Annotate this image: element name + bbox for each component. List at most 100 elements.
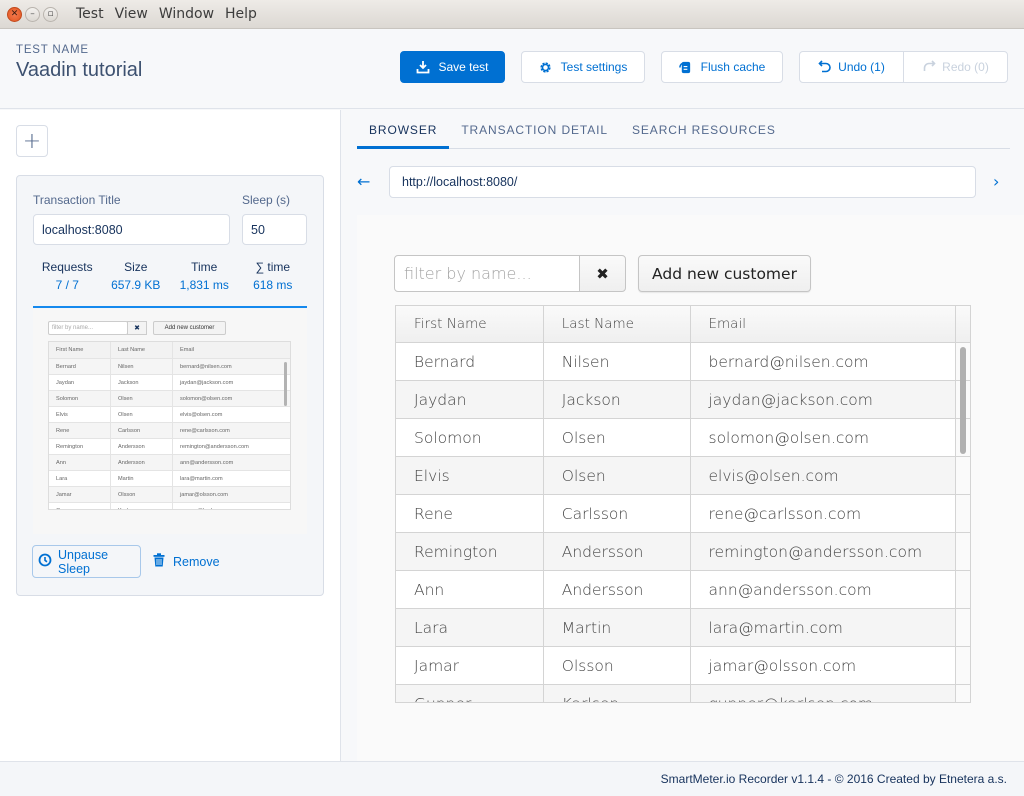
filter-input[interactable]: filter by name... — [394, 255, 580, 292]
stat-label: Requests — [41, 260, 93, 274]
add-transaction-button[interactable]: + — [16, 125, 48, 157]
scroll-gutter — [956, 685, 970, 702]
table-row[interactable]: Ann Andersson ann@andersson.com — [396, 571, 970, 609]
remove-transaction-button[interactable]: Remove — [153, 545, 220, 578]
save-test-label: Save test — [438, 60, 489, 74]
cell-first-name: Lara — [396, 609, 544, 646]
sleep-input[interactable]: 50 — [242, 214, 307, 245]
grid-header: First Name Last Name Email — [396, 306, 970, 343]
thumb-row: Lara Martin lara@martin.com — [49, 471, 290, 487]
cell-last-name: Olsson — [544, 647, 691, 684]
cell-last-name: Andersson — [544, 571, 691, 608]
sleep-label: Sleep (s) — [242, 193, 291, 207]
table-row[interactable]: Lara Martin lara@martin.com — [396, 609, 970, 647]
menu-test[interactable]: Test — [76, 6, 104, 22]
thumb-row: Bernard Nilsen bernard@nilsen.com — [49, 359, 290, 375]
cell-email: lara@martin.com — [691, 609, 957, 646]
thumb-cell: Rene — [49, 423, 111, 438]
cell-email: remington@andersson.com — [691, 533, 957, 570]
detail-tabs: BROWSER TRANSACTION DETAIL SEARCH RESOUR… — [357, 110, 1010, 149]
scroll-gutter — [956, 533, 970, 570]
cell-first-name: Ann — [396, 571, 544, 608]
window-controls: ✕ – ▫ — [7, 6, 58, 22]
redo-icon — [922, 59, 936, 76]
tab-search-resources[interactable]: SEARCH RESOURCES — [620, 110, 788, 149]
grid-scrollbar[interactable] — [960, 347, 966, 454]
cell-first-name: Remington — [396, 533, 544, 570]
table-row[interactable]: Solomon Olsen solomon@olsen.com — [396, 419, 970, 457]
thumb-row: Jamar Olsson jamar@olsson.com — [49, 487, 290, 503]
table-row[interactable]: GunnerKarlsengunner@karlsen.com — [396, 685, 970, 702]
thumb-cell: Karlsen — [111, 503, 173, 509]
cell-first-name: Elvis — [396, 457, 544, 494]
cell-first-name: Bernard — [396, 343, 544, 380]
close-icon: ✕ — [10, 8, 19, 19]
column-header-first-name[interactable]: First Name — [396, 306, 544, 342]
scroll-gutter — [956, 571, 970, 608]
table-row[interactable]: Jamar Olsson jamar@olsson.com — [396, 647, 970, 685]
remove-label: Remove — [173, 554, 220, 569]
cell-last-name: Olsen — [544, 419, 691, 456]
thumb-col: Email — [180, 347, 194, 353]
thumb-filter-input: filter by name... — [48, 321, 128, 335]
thumb-cell: Jackson — [111, 375, 173, 390]
test-name[interactable]: Vaadin tutorial — [16, 59, 142, 82]
footer: SmartMeter.io Recorder v1.1.4 - © 2016 C… — [0, 761, 1024, 796]
thumb-row: Elvis Olsen elvis@olsen.com — [49, 407, 290, 423]
transaction-title-input[interactable]: localhost:8080 — [33, 214, 230, 245]
thumb-grid-header: First Name Last Name Email — [49, 342, 290, 359]
forward-chevron-icon[interactable]: › — [993, 172, 999, 191]
undo-icon — [818, 59, 832, 76]
clear-filter-button[interactable]: ✖ — [579, 255, 626, 292]
page-thumbnail[interactable]: filter by name... ✖ Add new customer Fir… — [33, 309, 307, 534]
cell-first-name: Jaydan — [396, 381, 544, 418]
table-row[interactable]: Remington Andersson remington@andersson.co… — [396, 533, 970, 571]
table-row[interactable]: Jaydan Jackson jaydan@jackson.com — [396, 381, 970, 419]
column-header-last-name[interactable]: Last Name — [544, 306, 691, 342]
thumb-cell: Solomon — [49, 391, 111, 406]
unpause-sleep-label: Unpause Sleep — [58, 547, 109, 576]
transactions-panel: + Transaction Title localhost:8080 Sleep… — [0, 110, 341, 761]
add-customer-button[interactable]: Add new customer — [638, 255, 811, 292]
test-settings-button[interactable]: Test settings — [521, 51, 645, 83]
trash-icon — [153, 553, 165, 570]
save-test-button[interactable]: Save test — [400, 51, 505, 83]
undo-button[interactable]: Undo (1) — [800, 52, 903, 82]
transaction-card[interactable]: Transaction Title localhost:8080 Sleep (… — [16, 175, 324, 596]
menu-window[interactable]: Window — [159, 6, 214, 22]
stat-value: 7 / 7 — [55, 278, 79, 292]
stat-requests: Requests 7 / 7 — [33, 260, 102, 292]
tab-browser[interactable]: BROWSER — [357, 110, 450, 149]
cell-last-name: Andersson — [544, 533, 691, 570]
thumb-cell: Elvis — [49, 407, 111, 422]
redo-button[interactable]: Redo (0) — [903, 52, 1007, 82]
url-input[interactable]: http://localhost:8080/ — [389, 166, 976, 198]
detail-panel: BROWSER TRANSACTION DETAIL SEARCH RESOUR… — [342, 110, 1024, 761]
column-header-email[interactable]: Email — [691, 306, 957, 342]
customer-grid: First Name Last Name Email Bernard Nilsen… — [395, 305, 971, 703]
tab-transaction-detail[interactable]: TRANSACTION DETAIL — [449, 110, 620, 149]
stats-divider — [33, 306, 307, 308]
unpause-sleep-button[interactable]: Unpause Sleep — [32, 545, 141, 578]
table-row[interactable]: Bernard Nilsen bernard@nilsen.com — [396, 343, 970, 381]
cell-first-name: Jamar — [396, 647, 544, 684]
table-row[interactable]: Elvis Olsen elvis@olsen.com — [396, 457, 970, 495]
stat-label: Time — [191, 260, 218, 274]
gear-icon — [539, 60, 553, 74]
cell-last-name: Nilsen — [544, 343, 691, 380]
thumb-clear-icon: ✖ — [127, 321, 147, 335]
maximize-window-button[interactable]: ▫ — [43, 6, 58, 22]
flush-cache-button[interactable]: Flush cache — [661, 51, 783, 83]
window-titlebar: ✕ – ▫ Test View Window Help — [0, 0, 1024, 29]
menu-help[interactable]: Help — [225, 6, 257, 22]
menu-view[interactable]: View — [115, 6, 148, 22]
minimize-window-button[interactable]: – — [25, 6, 40, 22]
stat-total-time: ∑ time 618 ms — [239, 260, 308, 292]
back-arrow-icon[interactable]: ← — [357, 172, 370, 191]
thumb-cell: Olsen — [111, 391, 173, 406]
thumb-cell: Bernard — [49, 359, 111, 374]
table-row[interactable]: Rene Carlsson rene@carlsson.com — [396, 495, 970, 533]
thumb-cell: rene@carlsson.com — [180, 427, 230, 434]
stat-value: 1,831 ms — [179, 278, 229, 292]
close-window-button[interactable]: ✕ — [7, 6, 22, 22]
